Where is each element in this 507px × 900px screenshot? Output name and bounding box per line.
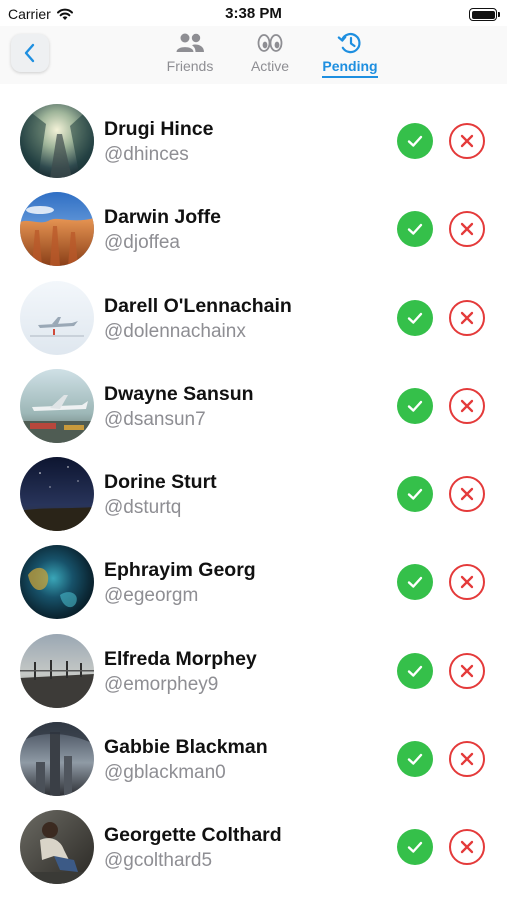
accept-button[interactable]	[397, 123, 433, 159]
user-handle: @dolennachainx	[104, 320, 246, 342]
back-button[interactable]	[11, 34, 49, 72]
history-icon	[337, 33, 361, 54]
pending-requests-list: Drugi Hince @dhinces Darwin Joffe @djoff…	[0, 96, 507, 891]
avatar	[20, 810, 94, 885]
user-name: Georgette Colthard	[104, 824, 282, 847]
user-name: Darell O'Lennachain	[104, 294, 292, 317]
avatar	[20, 633, 94, 708]
close-icon	[460, 576, 474, 589]
reject-button[interactable]	[449, 476, 485, 513]
top-navigation: Friends Active Pending	[0, 26, 507, 84]
accept-button[interactable]	[397, 476, 433, 513]
close-icon	[460, 664, 474, 677]
avatar	[20, 545, 94, 620]
accept-button[interactable]	[397, 564, 433, 601]
user-handle: @gcolthard5	[104, 850, 213, 872]
battery-icon	[469, 8, 500, 21]
reject-button[interactable]	[449, 829, 485, 866]
accept-button[interactable]	[397, 652, 433, 689]
accept-button[interactable]	[397, 741, 433, 778]
close-icon	[460, 134, 474, 148]
list-item: Dorine Sturt @dsturtq	[0, 449, 507, 537]
reject-button[interactable]	[449, 211, 485, 248]
user-name: Ephrayim Georg	[104, 559, 256, 582]
tab-bar: Friends Active Pending	[150, 26, 390, 84]
user-name: Elfreda Morphey	[104, 647, 257, 670]
avatar	[20, 457, 94, 532]
tab-pending-label: Pending	[322, 58, 378, 78]
checkmark-icon	[407, 842, 423, 854]
accept-button[interactable]	[397, 387, 433, 424]
list-item: Georgette Colthard @gcolthard5	[0, 802, 507, 890]
user-handle: @egeorgm	[104, 585, 199, 607]
close-icon	[460, 223, 474, 236]
checkmark-icon	[407, 135, 423, 147]
chevron-left-icon	[24, 43, 35, 63]
user-handle: @dsansun7	[104, 408, 206, 430]
close-icon	[460, 311, 474, 324]
accept-button[interactable]	[397, 299, 433, 336]
checkmark-icon	[407, 665, 423, 677]
user-handle: @dsturtq	[104, 497, 182, 519]
list-item: Gabbie Blackman @gblackman0	[0, 714, 507, 802]
people-icon	[176, 33, 204, 52]
eyes-icon	[257, 34, 283, 52]
tab-pending[interactable]: Pending	[310, 26, 390, 84]
list-item: Drugi Hince @dhinces	[0, 96, 507, 184]
user-handle: @dhinces	[104, 144, 189, 165]
user-name: Gabbie Blackman	[104, 736, 268, 759]
tab-friends[interactable]: Friends	[150, 26, 230, 84]
avatar	[20, 722, 94, 797]
reject-button[interactable]	[449, 387, 485, 424]
accept-button[interactable]	[397, 829, 433, 866]
list-item: Darell O'Lennachain @dolennachainx	[0, 273, 507, 361]
checkmark-icon	[407, 577, 423, 589]
avatar	[20, 104, 94, 178]
avatar	[20, 368, 94, 443]
list-item: Darwin Joffe @djoffea	[0, 184, 507, 272]
user-handle: @gblackman0	[104, 762, 226, 784]
clock: 3:38 PM	[225, 5, 282, 22]
reject-button[interactable]	[449, 299, 485, 336]
checkmark-icon	[407, 753, 423, 765]
avatar	[20, 192, 94, 267]
status-bar: Carrier 3:38 PM	[0, 0, 507, 26]
list-item: Elfreda Morphey @emorphey9	[0, 626, 507, 714]
reject-button[interactable]	[449, 564, 485, 601]
user-name: Darwin Joffe	[104, 206, 222, 229]
close-icon	[460, 399, 474, 413]
close-icon	[460, 841, 474, 854]
tab-active-label: Active	[250, 58, 290, 74]
close-icon	[460, 752, 474, 766]
tab-friends-label: Friends	[166, 58, 214, 74]
checkmark-icon	[407, 312, 423, 324]
checkmark-icon	[407, 400, 423, 412]
user-handle: @djoffea	[104, 232, 180, 254]
accept-button[interactable]	[397, 211, 433, 248]
reject-button[interactable]	[449, 123, 485, 159]
reject-button[interactable]	[449, 652, 485, 689]
user-name: Drugi Hince	[104, 118, 214, 140]
list-item: Ephrayim Georg @egeorgm	[0, 537, 507, 625]
close-icon	[460, 488, 474, 501]
avatar	[20, 280, 94, 355]
user-name: Dorine Sturt	[104, 471, 217, 494]
checkmark-icon	[407, 488, 423, 500]
user-name: Dwayne Sansun	[104, 382, 254, 405]
tab-active[interactable]: Active	[230, 26, 310, 84]
list-item: Dwayne Sansun @dsansun7	[0, 361, 507, 449]
reject-button[interactable]	[449, 741, 485, 778]
user-handle: @emorphey9	[104, 673, 219, 695]
checkmark-icon	[407, 224, 423, 235]
